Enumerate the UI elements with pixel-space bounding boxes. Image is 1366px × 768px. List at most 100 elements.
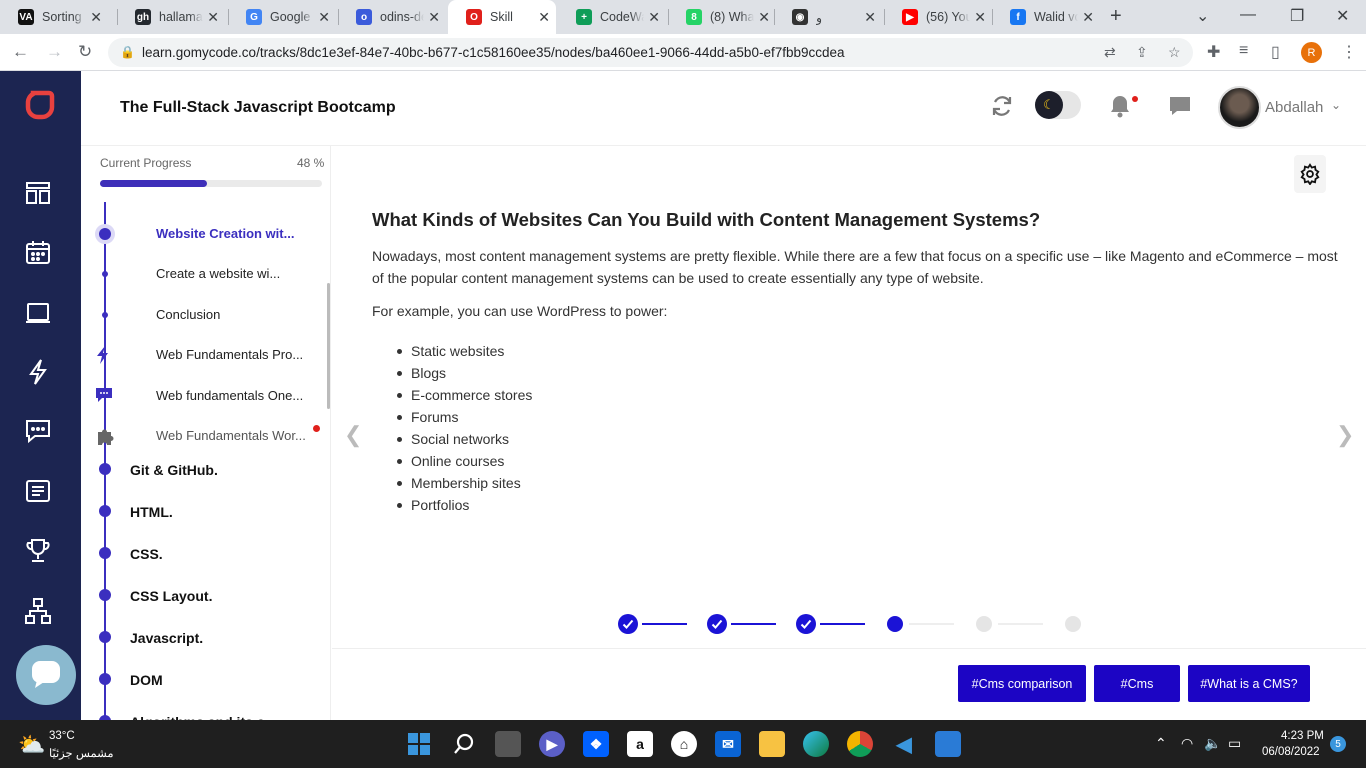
side-panel-icon[interactable]: ▯ xyxy=(1271,42,1280,62)
calendar-icon[interactable] xyxy=(24,239,52,267)
browser-tab[interactable]: o odins-de ✕ xyxy=(338,0,446,34)
outline-chapter[interactable]: Git & GitHub. xyxy=(130,462,218,478)
prev-slide-arrow-icon[interactable]: ❮ xyxy=(344,422,362,448)
profile-avatar[interactable]: R xyxy=(1301,42,1322,63)
clock-time[interactable]: 4:23 PM xyxy=(1281,730,1324,742)
chrome-menu-icon[interactable]: ⋮ xyxy=(1341,42,1357,62)
clock-date[interactable]: 06/08/2022 xyxy=(1262,746,1320,758)
trophy-icon[interactable] xyxy=(24,537,52,565)
file-explorer-icon[interactable] xyxy=(759,731,785,757)
translate-icon[interactable]: ⇄ xyxy=(1104,44,1116,61)
tab-close-icon[interactable]: ✕ xyxy=(1082,9,1094,26)
amazon-icon[interactable]: a xyxy=(627,731,653,757)
outline-lesson-item[interactable]: Create a website wi... xyxy=(156,266,280,281)
slide-step[interactable] xyxy=(796,614,816,634)
outline-lesson-item[interactable]: Web Fundamentals Wor... xyxy=(156,428,306,443)
settings-button[interactable] xyxy=(1294,155,1326,193)
tab-close-icon[interactable]: ✕ xyxy=(758,9,770,26)
tag-button[interactable]: #What is a CMS? xyxy=(1188,665,1310,702)
outline-scrollbar[interactable] xyxy=(327,283,330,409)
start-button[interactable] xyxy=(406,731,432,757)
slide-step[interactable] xyxy=(618,614,638,634)
weather-temperature[interactable]: 33°C xyxy=(49,730,75,742)
restore-icon[interactable]: ❐ xyxy=(1290,6,1304,26)
search-icon[interactable] xyxy=(451,731,477,757)
reading-list-icon[interactable]: ≡ xyxy=(1239,42,1248,60)
dropbox-icon[interactable]: ❖ xyxy=(583,731,609,757)
tab-close-icon[interactable]: ✕ xyxy=(428,9,440,26)
browser-tab[interactable]: 8 (8) What ✕ xyxy=(668,0,776,34)
back-icon[interactable]: ← xyxy=(12,42,29,62)
tab-close-icon[interactable]: ✕ xyxy=(318,9,330,26)
address-bar[interactable]: 🔒 learn.gomycode.co/tracks/8dc1e3ef-84e7… xyxy=(108,38,1193,67)
bookmark-star-icon[interactable]: ☆ xyxy=(1168,44,1181,61)
tab-close-icon[interactable]: ✕ xyxy=(207,9,219,26)
browser-tab[interactable]: + CodeWa ✕ xyxy=(558,0,666,34)
battery-icon[interactable]: ▭ xyxy=(1228,735,1241,752)
user-avatar[interactable] xyxy=(1218,86,1261,129)
mail-icon[interactable]: ✉ xyxy=(715,731,741,757)
messages-icon[interactable] xyxy=(1168,95,1192,117)
support-chat-button[interactable] xyxy=(16,645,76,705)
outline-lesson-item[interactable]: Website Creation wit... xyxy=(156,226,294,241)
reload-icon[interactable]: ↻ xyxy=(78,42,92,62)
volume-icon[interactable]: 🔈 xyxy=(1204,735,1221,752)
outline-chapter[interactable]: CSS Layout. xyxy=(130,588,212,604)
vscode-icon[interactable]: ◀ xyxy=(891,731,917,757)
slide-step[interactable] xyxy=(1065,616,1081,632)
forward-icon[interactable]: → xyxy=(46,42,63,62)
browser-tab[interactable]: f Walid vo ✕ xyxy=(992,0,1100,34)
browser-tab[interactable]: gh hallamar ✕ xyxy=(117,0,225,34)
minimize-icon[interactable]: — xyxy=(1240,6,1256,24)
slide-step[interactable] xyxy=(887,616,903,632)
outline-lesson-item[interactable]: Conclusion xyxy=(156,307,220,322)
weather-cloud-icon[interactable]: ⛅ xyxy=(18,732,45,758)
lightning-icon[interactable] xyxy=(24,358,52,386)
browser-tab[interactable]: G Google T ✕ xyxy=(228,0,336,34)
notification-count-badge[interactable]: 5 xyxy=(1330,736,1346,752)
tab-close-icon[interactable]: ✕ xyxy=(90,9,102,26)
teams-chat-icon[interactable]: ▶ xyxy=(539,731,565,757)
chat-icon[interactable] xyxy=(24,417,52,445)
tab-close-icon[interactable]: ✕ xyxy=(864,9,876,26)
lock-icon[interactable]: 🔒 xyxy=(120,45,135,59)
next-slide-arrow-icon[interactable]: ❯ xyxy=(1336,422,1354,448)
tag-button[interactable]: #Cms comparison xyxy=(958,665,1086,702)
new-tab-button[interactable]: + xyxy=(1110,5,1122,28)
chrome-icon[interactable] xyxy=(847,731,873,757)
task-view-icon[interactable] xyxy=(495,731,521,757)
notes-icon[interactable] xyxy=(24,477,52,505)
gomycode-logo-icon[interactable] xyxy=(24,89,56,121)
hierarchy-icon[interactable] xyxy=(24,597,52,625)
browser-tab[interactable]: O Skill ✕ xyxy=(448,0,556,34)
photos-icon[interactable] xyxy=(935,731,961,757)
user-name[interactable]: Abdallah xyxy=(1265,99,1323,116)
browser-tab[interactable]: ◉ و ✕ xyxy=(774,0,882,34)
slide-step[interactable] xyxy=(707,614,727,634)
extensions-icon[interactable]: ✚ xyxy=(1207,42,1220,62)
refresh-icon[interactable] xyxy=(990,94,1014,118)
url-text[interactable]: learn.gomycode.co/tracks/8dc1e3ef-84e7-4… xyxy=(142,45,845,60)
outline-chapter[interactable]: CSS. xyxy=(130,546,163,562)
edge-icon[interactable] xyxy=(803,731,829,757)
browser-tab[interactable]: ▶ (56) You ✕ xyxy=(884,0,992,34)
tracks-icon[interactable] xyxy=(24,179,52,207)
tab-close-icon[interactable]: ✕ xyxy=(538,9,550,26)
chevron-down-icon[interactable]: ⌄ xyxy=(1331,98,1341,112)
tab-close-icon[interactable]: ✕ xyxy=(648,9,660,26)
tag-button[interactable]: #Cms xyxy=(1094,665,1180,702)
wifi-icon[interactable]: ◠ xyxy=(1181,735,1193,752)
tab-search-icon[interactable]: ⌄ xyxy=(1196,6,1209,26)
outline-chapter[interactable]: Javascript. xyxy=(130,630,203,646)
tab-close-icon[interactable]: ✕ xyxy=(974,9,986,26)
outline-chapter[interactable]: DOM xyxy=(130,672,163,688)
browser-tab[interactable]: VA Sorting i ✕ xyxy=(0,0,108,34)
chevron-up-icon[interactable]: ⌃ xyxy=(1155,735,1167,752)
weather-description[interactable]: مشمس جزئيًا xyxy=(49,746,114,760)
theme-toggle[interactable]: ☾ xyxy=(1035,91,1081,119)
app-icon[interactable]: ⌂ xyxy=(671,731,697,757)
share-icon[interactable]: ⇪ xyxy=(1136,44,1148,61)
close-window-icon[interactable]: ✕ xyxy=(1336,6,1349,26)
slide-step[interactable] xyxy=(976,616,992,632)
outline-lesson-item[interactable]: Web fundamentals One... xyxy=(156,388,303,403)
